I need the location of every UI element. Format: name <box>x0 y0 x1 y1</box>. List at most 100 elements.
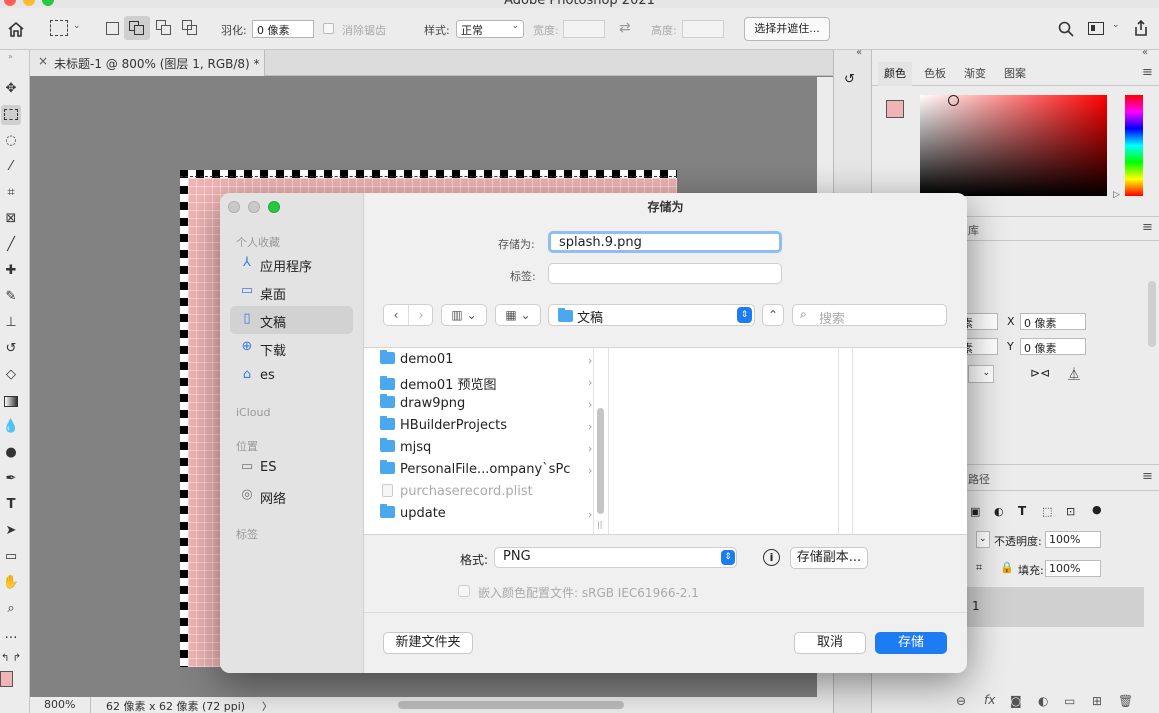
fill-input[interactable]: 100% <box>1045 560 1101 577</box>
history-brush-tool-icon[interactable]: ↺ <box>1 339 21 359</box>
sidebar-item-network[interactable]: ◎ 网络 <box>230 482 353 510</box>
chevron-down-icon[interactable]: ⌄ <box>1112 20 1120 30</box>
tab-swatches[interactable]: 色板 <box>918 62 952 86</box>
style-select[interactable]: 正常 ⌄ <box>456 20 524 38</box>
filter-shape-icon[interactable]: ⬚ <box>1042 505 1052 518</box>
filter-toggle-icon[interactable]: ● <box>1092 503 1102 516</box>
angle-select[interactable]: ⌄ <box>968 365 994 383</box>
tab-gradients[interactable]: 渐变 <box>958 62 992 86</box>
hue-slider-handle[interactable]: ▷ <box>1113 190 1120 200</box>
list-item[interactable]: HBuilderProjects › <box>380 416 592 438</box>
move-tool-icon[interactable]: ✥ <box>1 79 21 99</box>
document-tab[interactable]: × 未标题-1 @ 800% (图层 1, RGB/8) * <box>30 50 265 76</box>
add-selection-button[interactable] <box>124 16 150 40</box>
zoom-tool-icon[interactable]: ⌕ <box>1 599 21 619</box>
info-icon[interactable]: i <box>763 549 780 566</box>
sidebar-item-downloads[interactable]: ⊕ 下载 <box>230 334 353 362</box>
dodge-tool-icon[interactable]: ● <box>1 443 21 463</box>
status-menu-arrow[interactable]: 〉 <box>262 698 272 713</box>
chevron-down-icon[interactable]: ⌄ <box>73 21 81 31</box>
clone-stamp-tool-icon[interactable]: ⊥ <box>1 313 21 333</box>
view-group-button[interactable]: ▦ ⌄ <box>495 304 541 326</box>
lock-icon[interactable]: 🔒 <box>1000 561 1014 574</box>
collapse-panels-icon[interactable]: « <box>1142 47 1148 58</box>
collapse-panels-icon[interactable]: « <box>856 47 862 58</box>
filter-adjustment-icon[interactable]: ◐ <box>994 505 1004 518</box>
dialog-close-button[interactable] <box>228 201 240 213</box>
dialog-zoom-button[interactable] <box>268 201 280 213</box>
panel-menu-icon[interactable]: ≡ <box>1142 65 1153 80</box>
width-input[interactable] <box>563 20 605 38</box>
blend-mode-select[interactable]: ⌄ <box>976 531 990 548</box>
subtract-selection-icon[interactable] <box>156 20 172 36</box>
filter-pixel-icon[interactable]: ▣ <box>970 505 980 518</box>
color-picker-cursor[interactable] <box>948 95 959 106</box>
intersect-selection-icon[interactable] <box>182 20 198 36</box>
properties-scrollbar[interactable] <box>1148 281 1156 347</box>
eyedropper-tool-icon[interactable]: ╱ <box>1 235 21 255</box>
rectangle-tool-icon[interactable]: ▭ <box>1 547 21 567</box>
save-copy-button[interactable]: 存储副本... <box>790 547 868 569</box>
crop-tool-icon[interactable]: ⌗ <box>1 183 21 203</box>
list-item[interactable]: demo01 预览图 › <box>380 374 592 394</box>
gradient-tool-icon[interactable] <box>1 391 21 411</box>
new-layer-icon[interactable]: ⊞ <box>1092 694 1102 708</box>
list-item[interactable]: mjsq › <box>380 438 592 460</box>
panel-menu-icon[interactable]: ≡ <box>1142 220 1153 235</box>
pen-tool-icon[interactable]: ✒ <box>1 469 21 489</box>
link-layers-icon[interactable]: ⊖ <box>956 694 966 708</box>
marquee-tool-icon[interactable] <box>1 105 21 125</box>
sidebar-item-applications[interactable]: ⅄ 应用程序 <box>230 250 353 278</box>
new-folder-button[interactable]: 新建文件夹 <box>383 632 473 654</box>
y-field[interactable]: 0 像素 <box>1020 338 1086 355</box>
column-scrollbar[interactable] <box>597 408 604 514</box>
hand-tool-icon[interactable]: ✋ <box>1 573 21 593</box>
antialias-checkbox[interactable] <box>323 23 334 34</box>
format-select[interactable]: PNG ⇕ <box>494 547 737 568</box>
list-item[interactable]: demo01 › <box>380 350 592 372</box>
blur-tool-icon[interactable]: 💧 <box>1 417 21 437</box>
opacity-input[interactable]: 100% <box>1045 531 1101 548</box>
tab-color[interactable]: 颜色 <box>878 62 912 86</box>
healing-brush-tool-icon[interactable]: ✚ <box>1 261 21 281</box>
expand-dialog-button[interactable]: ⌃ <box>762 304 784 326</box>
tab-patterns[interactable]: 图案 <box>998 62 1032 86</box>
select-and-mask-button[interactable]: 选择并遮住... <box>744 17 830 41</box>
group-folder-icon[interactable]: ▭ <box>1064 694 1075 708</box>
list-item[interactable]: draw9png › <box>380 394 592 416</box>
home-icon[interactable] <box>7 21 25 37</box>
marquee-preset-icon[interactable] <box>50 20 68 36</box>
magic-wand-tool-icon[interactable]: ⁄ <box>1 157 21 177</box>
sidebar-item-home[interactable]: ⌂ es <box>230 362 353 390</box>
color-panel-foreground[interactable] <box>886 100 904 118</box>
hue-slider[interactable] <box>1125 95 1143 196</box>
lasso-tool-icon[interactable]: ◌ <box>1 131 21 151</box>
swap-colors-icon[interactable]: ↰ ↱ <box>1 649 21 669</box>
color-picker-field[interactable] <box>920 95 1107 196</box>
search-icon[interactable] <box>1058 21 1074 37</box>
history-panel-icon[interactable]: ↺ <box>844 72 862 92</box>
sidebar-item-documents[interactable]: ▯ 文稿 <box>230 306 353 334</box>
save-button[interactable]: 存储 <box>875 632 947 654</box>
new-selection-icon[interactable] <box>106 22 119 35</box>
sidebar-item-desktop[interactable]: ▭ 桌面 <box>230 278 353 306</box>
tab-paths[interactable]: 路径 <box>968 471 990 487</box>
list-item[interactable]: PersonalFile...ompany`sPc › <box>380 460 592 482</box>
workspace-icon[interactable] <box>1088 22 1104 35</box>
cancel-button[interactable]: 取消 <box>794 632 866 654</box>
share-icon[interactable] <box>1132 19 1150 37</box>
layer-row[interactable]: 1 <box>964 587 1144 627</box>
dialog-minimize-button[interactable] <box>248 201 260 213</box>
embed-profile-checkbox[interactable] <box>458 585 470 597</box>
brush-tool-icon[interactable]: ✎ <box>1 287 21 307</box>
flip-vertical-icon[interactable]: ⏅ <box>1068 365 1080 382</box>
filter-type-icon[interactable]: T <box>1018 504 1026 518</box>
search-field[interactable]: ⌕ 搜索 <box>792 304 947 327</box>
back-forward-buttons[interactable]: ‹ › <box>383 304 433 326</box>
type-tool-icon[interactable]: T <box>1 495 21 515</box>
swap-arrows-icon[interactable]: ⇄ <box>619 20 631 36</box>
lock-artboard-icon[interactable]: ⌗ <box>976 561 982 575</box>
flip-horizontal-icon[interactable]: ⊳⊲ <box>1030 366 1050 380</box>
sidebar-item-es-drive[interactable]: ▭ ES <box>230 454 353 482</box>
feather-input[interactable]: 0 像素 <box>252 20 314 38</box>
